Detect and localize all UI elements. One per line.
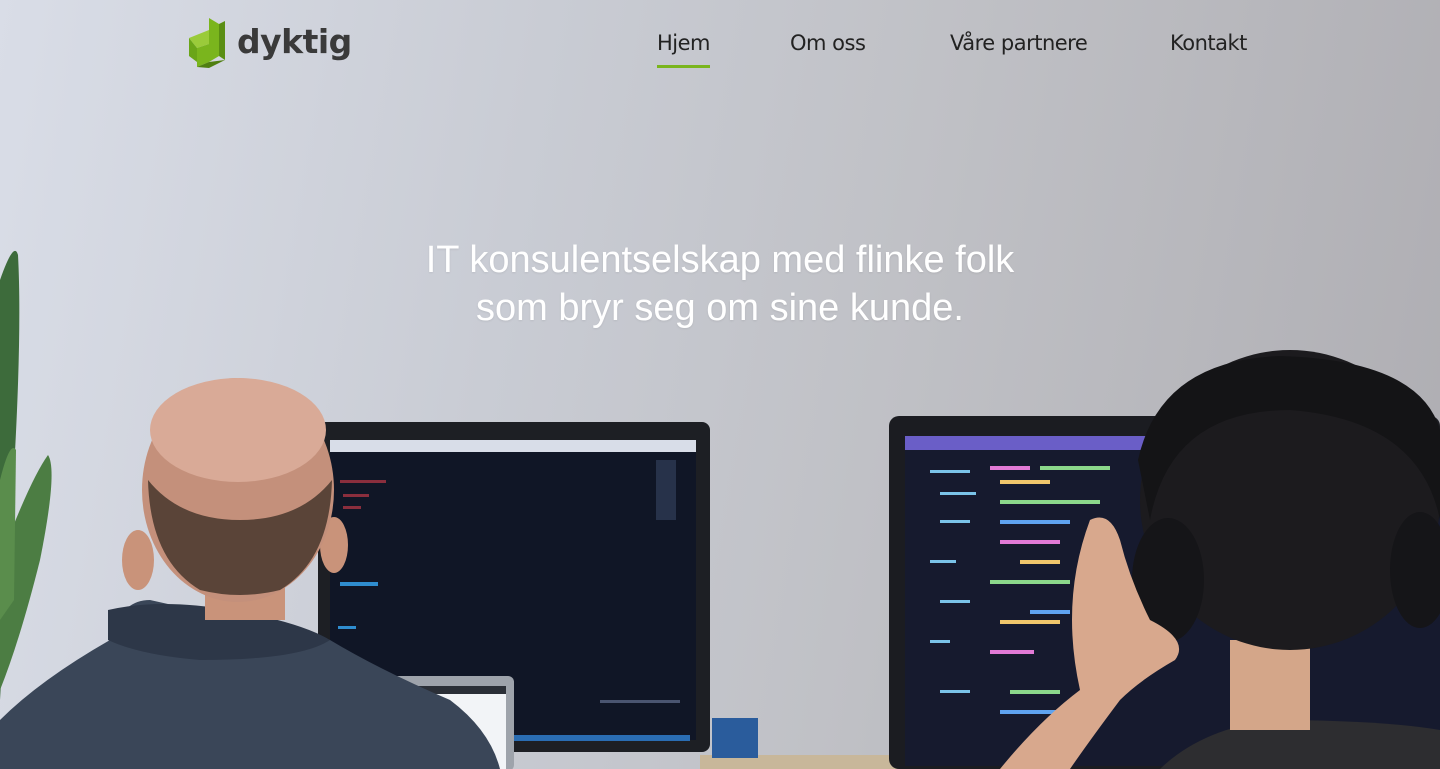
hero-headline-line-1: IT konsulentselskap med flinke folk (425, 239, 1015, 281)
page: dyktig Hjem Om oss Våre partnere Kontakt… (0, 0, 1440, 769)
main-nav: Hjem Om oss Våre partnere Kontakt (0, 0, 1440, 90)
nav-item-about[interactable]: Om oss (790, 31, 866, 65)
hero-image (0, 250, 1440, 769)
hero-headline: IT konsulentselskap med flinke folk som … (320, 236, 1120, 332)
site-header: dyktig Hjem Om oss Våre partnere Kontakt (0, 0, 1440, 90)
plant (0, 250, 52, 700)
nav-item-partners[interactable]: Våre partnere (950, 31, 1088, 65)
hero-headline-line-2: som bryr seg om sine kunde. (476, 287, 964, 329)
nav-item-contact[interactable]: Kontakt (1170, 31, 1247, 65)
nav-item-home[interactable]: Hjem (657, 31, 711, 68)
